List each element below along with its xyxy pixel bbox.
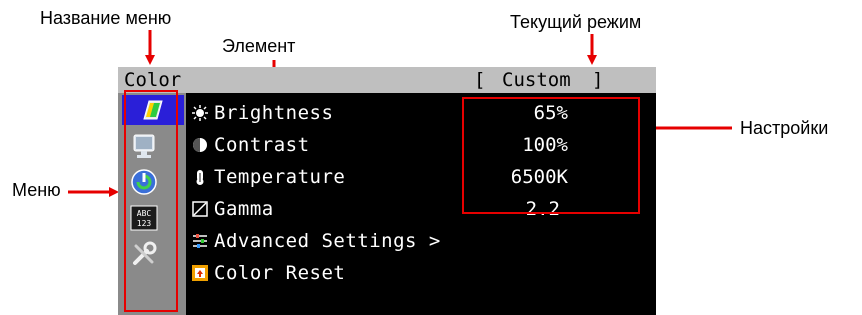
item-label: Gamma <box>214 198 274 220</box>
menu-highlight-box <box>124 90 178 312</box>
item-label: Color Reset <box>214 262 346 284</box>
item-label: Contrast <box>214 134 310 156</box>
element-callout: Элемент <box>222 36 296 56</box>
item-contrast[interactable]: Contrast <box>192 129 310 161</box>
mode-bracket-close: ] <box>592 69 604 91</box>
mode-bracket-open: [ <box>474 69 486 91</box>
item-label: Brightness <box>214 102 334 124</box>
gamma-icon <box>192 201 208 217</box>
brightness-icon <box>192 105 208 121</box>
item-temperature[interactable]: Temperature <box>192 161 345 193</box>
menu-name-callout: Название меню <box>40 8 172 28</box>
current-mode: Custom <box>502 69 571 91</box>
osd-titlebar: Color [ Custom ] <box>118 67 656 93</box>
contrast-icon <box>193 138 207 152</box>
advanced-settings-icon <box>193 234 207 248</box>
item-color-reset[interactable]: Color Reset <box>192 257 345 289</box>
item-label: Temperature <box>214 166 346 188</box>
item-gamma[interactable]: Gamma <box>192 193 274 225</box>
settings-callout: Настройки <box>740 118 829 138</box>
item-advanced-settings[interactable]: Advanced Settings > <box>192 225 441 257</box>
item-brightness[interactable]: Brightness <box>192 97 333 129</box>
item-label: Advanced Settings > <box>214 230 441 252</box>
color-reset-icon <box>192 265 208 281</box>
settings-highlight-box <box>462 97 640 214</box>
current-mode-callout: Текущий режим <box>510 12 642 32</box>
menu-callout: Меню <box>12 180 61 200</box>
temperature-icon <box>196 170 204 185</box>
